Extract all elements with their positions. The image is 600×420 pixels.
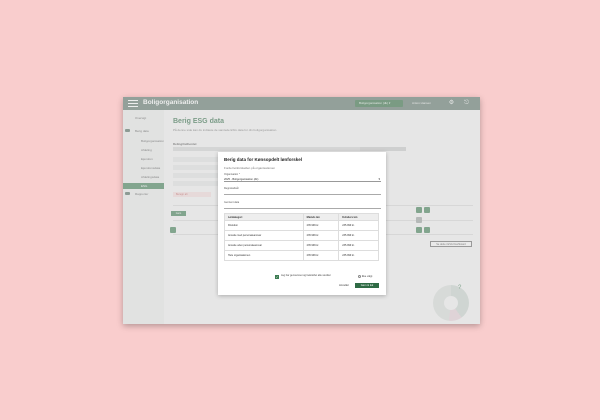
confirm-checkbox[interactable]: ✓	[275, 275, 279, 279]
table-row: Ansatte uden personaleansvar 235.999 kr.…	[224, 240, 379, 251]
not-selected-radio[interactable]: Ikke valgt	[358, 275, 372, 278]
men-salary-input[interactable]: 235.999 kr.	[302, 230, 340, 241]
men-salary-input[interactable]: 235.999 kr.	[302, 240, 340, 251]
women-salary-input[interactable]: 235.999 kr.	[338, 240, 379, 251]
row-label: Ansatte med personaleansvar	[224, 230, 304, 241]
data-field[interactable]	[224, 203, 381, 209]
modal-subtitle: Fordel lønforskellen på organisationen	[224, 166, 276, 170]
salary-table: Lønkategori Mænds løn Kvinders løn Direk…	[224, 213, 379, 261]
women-salary-input[interactable]: 235.999 kr.	[338, 220, 379, 231]
column-header: Mænds løn	[302, 213, 340, 221]
organisation-value: 2025 - Boligorganisation (dk)	[224, 178, 259, 181]
table-row: Hele organisationen 235.999 kr. 235.999 …	[224, 250, 379, 261]
row-label: Hele organisationen	[224, 250, 304, 261]
save-close-button[interactable]: Gem & luk	[355, 283, 379, 288]
chevron-down-icon: ▾	[378, 177, 380, 181]
table-row: Ansatte med personaleansvar 235.999 kr. …	[224, 230, 379, 241]
column-header: Lønkategori	[224, 213, 304, 221]
fiscal-year-field[interactable]	[224, 189, 381, 195]
column-header: Kvinders løn	[338, 213, 379, 221]
modal-title: Berig data for Kønsopdelt lønforskel	[224, 157, 303, 162]
row-label: Direktion	[224, 220, 304, 231]
men-salary-input[interactable]: 235.999 kr.	[302, 250, 340, 261]
enrich-data-modal: Berig data for Kønsopdelt lønforskel For…	[218, 152, 386, 295]
organisation-select[interactable]: 2025 - Boligorganisation (dk) ▾	[224, 177, 381, 182]
women-salary-input[interactable]: 235.999 kr.	[338, 230, 379, 241]
radio-icon	[358, 275, 361, 278]
row-label: Ansatte uden personaleansvar	[224, 240, 304, 251]
men-salary-input[interactable]: 235.999 kr.	[302, 220, 340, 231]
cancel-button[interactable]: Annuller	[339, 284, 349, 287]
table-row: Direktion 235.999 kr. 235.999 kr.	[224, 220, 379, 231]
organisation-label: Organisation *	[224, 173, 240, 176]
confirm-checkbox-label: Jeg har gennemset og bekræftet alle værd…	[281, 274, 331, 277]
women-salary-input[interactable]: 235.999 kr.	[338, 250, 379, 261]
app-window: Boligorganisation Boligorganisation (dk)…	[123, 97, 480, 324]
radio-label: Ikke valgt	[361, 275, 373, 279]
